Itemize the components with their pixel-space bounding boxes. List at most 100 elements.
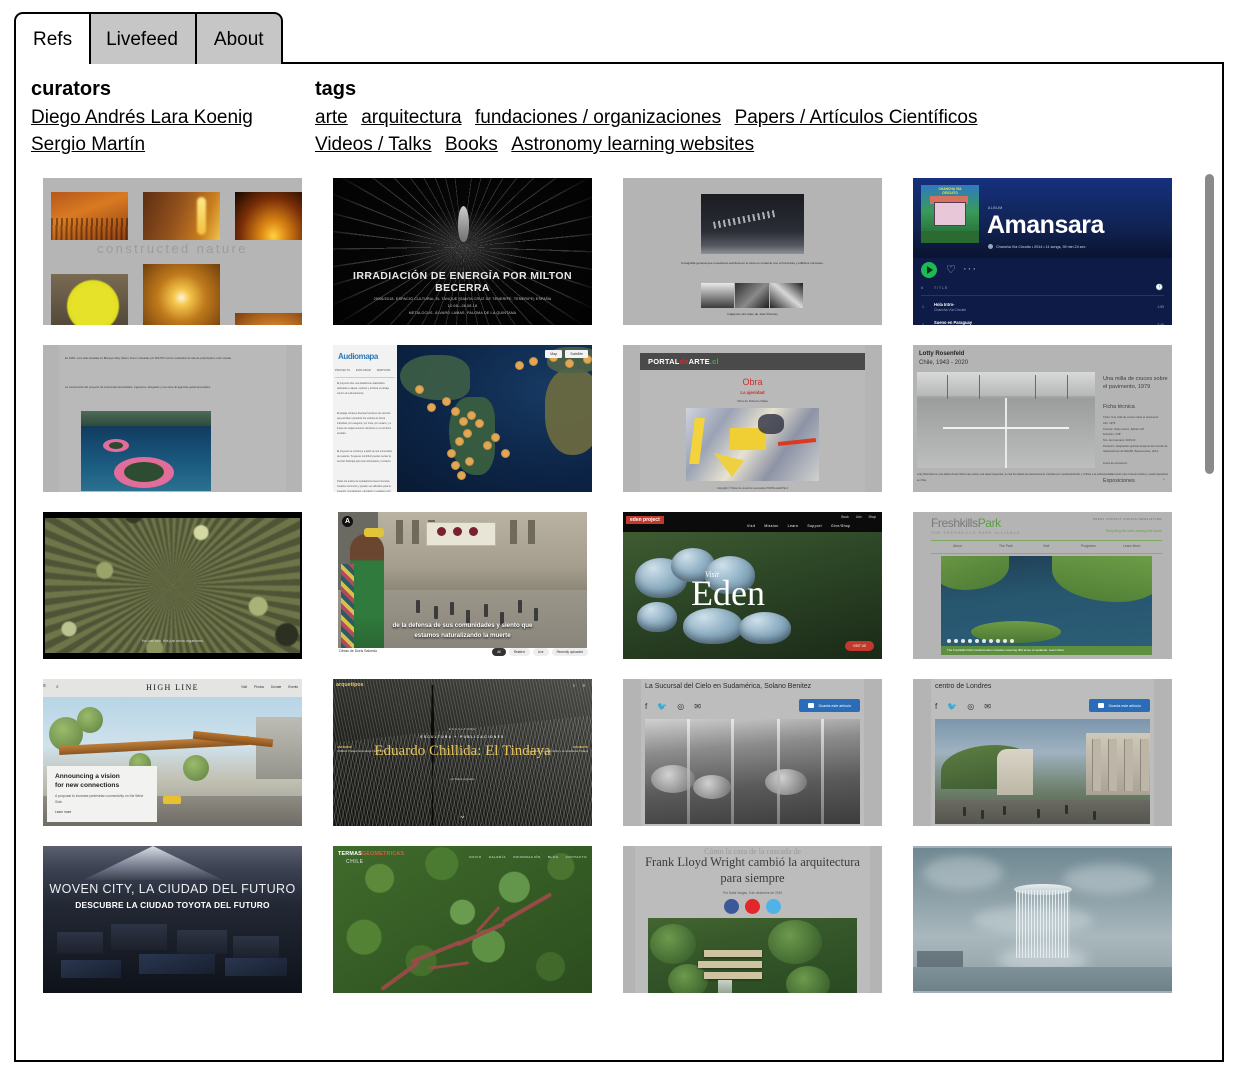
tag-link-astronomy[interactable]: Astronomy learning websites: [511, 134, 754, 155]
grid-item-lotty-rosenfeld[interactable]: Lotty Rosenfeld Chile, 1943 - 2020 Una m…: [913, 345, 1172, 492]
grid-item-constructed-nature[interactable]: constructed nature: [43, 178, 302, 325]
video-subtitle: You can see, this just micro-organisms.: [141, 639, 204, 643]
thumbnail-chillida: arquetipos ⌕ ≡ ESCULTURA ESCULTURA + PUB…: [333, 679, 592, 826]
grid-item-protest-video[interactable]: A de la defensa de sus comunidades y sie…: [333, 512, 592, 659]
save-article-button[interactable]: Guarda este artículo: [799, 699, 860, 712]
portal-footer: Copyright © Todos los derechos reservado…: [717, 487, 788, 490]
grid-item-high-line[interactable]: ≡ ⌕ HIGH LINE VisitPhotosDonateEvents: [43, 679, 302, 826]
tag-link-papers[interactable]: Papers / Artículos Científicos: [735, 107, 978, 128]
scrollbar-thumb[interactable]: [1205, 174, 1214, 474]
curator-link-0[interactable]: Diego Andrés Lara Koenig: [31, 105, 253, 132]
grid-item-sky-writing-photo[interactable]: Fotografía general que muestra la escrit…: [623, 178, 882, 325]
tag-link-videos[interactable]: Videos / Talks: [315, 134, 432, 155]
map-type-buttons[interactable]: Map Satellite: [545, 350, 588, 358]
thumbnail-frank-lloyd-wright: Cómo la casa de la cascada de Frank Lloy…: [623, 846, 882, 993]
grid-item-irradiacion-energia[interactable]: IRRADIACIÓN DE ENERGÍA POR MILTON BECERR…: [333, 178, 592, 325]
arquetipos-logo: arquetipos: [336, 682, 364, 688]
audiomapa-nav[interactable]: PROYECTO EXPLORAR PARTICIPA: [335, 369, 395, 378]
grid-item-frank-lloyd-wright[interactable]: Cómo la casa de la cascada de Frank Lloy…: [623, 846, 882, 993]
tag-link-fundaciones[interactable]: fundaciones / organizaciones: [475, 107, 721, 128]
prev-article-link[interactable]: ANTERIOR Chillida's Tindaya: Eine Ewige F…: [337, 745, 386, 755]
clock-icon: 🕐: [1155, 285, 1164, 291]
grid-item-waterfall-tower[interactable]: [913, 846, 1172, 993]
social-share-icons[interactable]: f 🐦 ◎ ✉: [645, 702, 701, 711]
app-window: Refs Livefeed About curators Diego André…: [0, 0, 1240, 1073]
chevron-down-icon[interactable]: ⌄: [333, 811, 592, 820]
tab-livefeed-label: Livefeed: [106, 28, 178, 50]
pinterest-icon: [745, 899, 760, 914]
thumbnail-waterfall-tower: [913, 846, 1172, 993]
termas-nav[interactable]: INICIO GALERÍA INFORMACIÓN BLOG CONTACTO: [462, 855, 587, 859]
curators-title: curators: [31, 78, 112, 100]
album-art: CHANCHA VÍA CIRCUITO: [921, 185, 979, 243]
high-line-nav[interactable]: Visit Photos Donate Events: [234, 685, 298, 689]
tab-refs-label: Refs: [33, 28, 73, 50]
mail-icon: ✉: [694, 702, 701, 711]
folder-icon: [808, 703, 815, 708]
eden-topnav[interactable]: Book Join Shop: [834, 515, 876, 519]
thumbnail-high-line: ≡ ⌕ HIGH LINE VisitPhotosDonateEvents: [43, 679, 302, 826]
grid-item-spotify-amansara[interactable]: CHANCHA VÍA CIRCUITO ALBUM Amansara Chanc…: [913, 178, 1172, 325]
thumbnail-lichen-video: You can see, this just micro-organisms.: [43, 512, 302, 659]
grid-item-christo-surrounded-islands[interactable]: En 1983, once islas situadas en Biscayne…: [43, 345, 302, 492]
refs-grid: constructed nature IRRADIACIÓN DE ENERGÍ…: [43, 178, 1193, 1013]
thumbnail-audiomapa: Map Satellite Audiomapa PROYECTO EXPLORAR P…: [333, 345, 592, 492]
grid-item-audiomapa[interactable]: Map Satellite Audiomapa PROYECTO EXPLORAR P…: [333, 345, 592, 492]
eden-nav[interactable]: Visit Mission Learn Support Give/Shop: [747, 524, 859, 528]
grid-item-woven-city[interactable]: WOVEN CITY, LA CIUDAD DEL FUTURO DESCUBR…: [43, 846, 302, 993]
mail-icon: ✉: [984, 702, 991, 711]
more-options-icon[interactable]: ···: [963, 264, 977, 275]
tab-livefeed[interactable]: Livefeed: [87, 12, 197, 64]
ficha-tecnica: Título: Una milla de cruces sobre el pav…: [1103, 416, 1168, 454]
tab-about[interactable]: About: [194, 12, 283, 64]
save-article-button[interactable]: Guarda este artículo: [1089, 699, 1150, 712]
album-kicker: ALBUM: [988, 206, 1003, 210]
article-byline: por María Argüelles: [450, 777, 475, 781]
thumbnail-termas: TERMASGEOMETRICAS CHILE INICIO GALERÍA INF…: [333, 846, 592, 993]
thumbnail-christo: En 1983, once islas situadas en Biscayne…: [43, 345, 302, 492]
social-share-icons[interactable]: f 🐦 ◎ ✉: [935, 702, 991, 711]
track-row[interactable]: 1 Hola Intro- Chancha Vía Circuito 1:59: [921, 300, 1164, 316]
grid-item-sucursal-del-cielo[interactable]: La Sucursal del Cielo en Sudamérica, Sol…: [623, 679, 882, 826]
thumbnail-woven-city: WOVEN CITY, LA CIUDAD DEL FUTURO DESCUBR…: [43, 846, 302, 993]
freshkills-tagline: Recycling the land, reusing the future: [1106, 529, 1162, 533]
tag-link-arte[interactable]: arte: [315, 107, 348, 128]
grid-item-centro-de-londres[interactable]: centro de Londres f 🐦 ◎ ✉ Guarda este artíc…: [913, 679, 1172, 826]
curator-link-1[interactable]: Sergio Martín: [31, 132, 253, 159]
tags-title: tags: [315, 78, 357, 100]
track-row[interactable]: 2 Sueno en Paraguay Chancha Vía Circuito…: [921, 318, 1164, 325]
heart-icon[interactable]: ♡: [946, 265, 956, 276]
poster-credits: 29/06/2018. ESPACIO CULTURAL EL TANQUE (…: [373, 297, 552, 315]
thumbnail-irradiacion: IRRADIACIÓN DE ENERGÍA POR MILTON BECERR…: [333, 178, 592, 325]
freshkills-topnav[interactable]: PRESS CONTACT DONATE NEWSLETTER: [1093, 518, 1162, 521]
grid-item-freshkills-park[interactable]: FreshkillsPark THE FRESHKILLS PARK ALLIA…: [913, 512, 1172, 659]
grid-item-portal-de-arte[interactable]: PORTALdeARTE.cl Obra La ajenidad Obra de…: [623, 345, 882, 492]
grid-item-eden-project[interactable]: eden project Book Join Shop Visit Mission Le…: [623, 512, 882, 659]
poster-title: IRRADIACIÓN DE ENERGÍA POR MILTON BECERR…: [353, 270, 572, 295]
play-button[interactable]: [921, 262, 937, 278]
card-link[interactable]: Learn more: [55, 810, 149, 814]
filter-chips[interactable]: All Related Live Recently uploaded: [492, 648, 588, 656]
figure-caption-1: Fotografía general que muestra la escrit…: [681, 261, 824, 265]
vertical-scrollbar[interactable]: [1205, 172, 1214, 1054]
audiomapa-logo: Audiomapa: [338, 352, 378, 361]
freshkills-nav[interactable]: About The Park Visit Programs Learn More: [931, 540, 1162, 554]
visit-us-button[interactable]: VISIT US: [844, 641, 874, 651]
thumbnail-spotify: CHANCHA VÍA CIRCUITO ALBUM Amansara Chanc…: [913, 178, 1172, 325]
search-icon[interactable]: ⌕ ≡: [573, 683, 588, 688]
next-article-link[interactable]: SIGUIENTE La escultura de Jorge Oteiza y …: [526, 745, 588, 755]
tag-link-arquitectura[interactable]: arquitectura: [361, 107, 461, 128]
social-share-icons[interactable]: [623, 899, 882, 914]
grid-item-lichen-video[interactable]: You can see, this just micro-organisms.: [43, 512, 302, 659]
tag-link-books[interactable]: Books: [445, 134, 498, 155]
card-title: Announcing a vision for new connections: [55, 773, 120, 789]
article-headline: La Sucursal del Cielo en Sudamérica, Sol…: [645, 683, 812, 690]
termas-logo: TERMASGEOMETRICAS: [338, 851, 405, 857]
grid-item-termas-geometricas[interactable]: TERMASGEOMETRICAS CHILE INICIO GALERÍA INF…: [333, 846, 592, 993]
article-paragraph: La construcción del proyecto ha involucr…: [65, 386, 211, 389]
grid-item-chillida-tindaya[interactable]: arquetipos ⌕ ≡ ESCULTURA ESCULTURA + PUB…: [333, 679, 592, 826]
tab-refs[interactable]: Refs: [14, 12, 92, 66]
portal-heading: Obra: [742, 377, 763, 387]
thumbnail-protest-video: A de la defensa de sus comunidades y sie…: [333, 512, 592, 659]
filters-header: curators Diego Andrés Lara Koenig Sergio…: [16, 64, 1222, 168]
